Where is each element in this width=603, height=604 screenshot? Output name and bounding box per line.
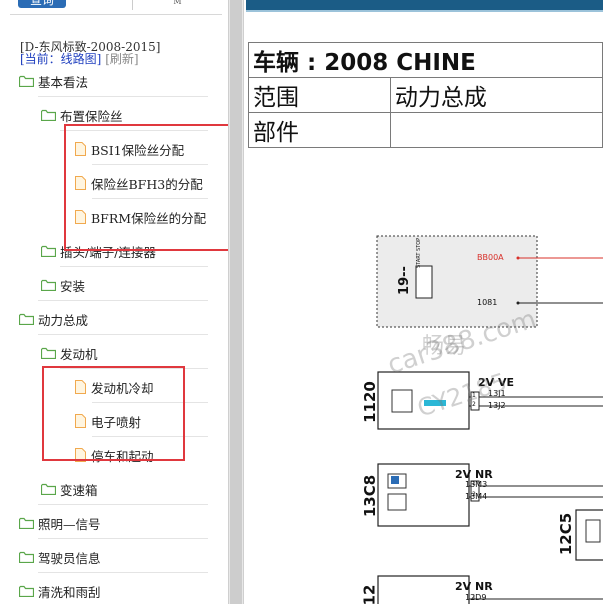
tree-item-label: 清洗和雨刮	[38, 584, 101, 600]
start-stop-label: START STOP	[416, 237, 422, 268]
row-separator	[38, 572, 208, 573]
folder-icon	[19, 551, 34, 563]
document-title-bar	[246, 0, 603, 10]
tree-item-gearbox[interactable]: 变速箱	[41, 478, 98, 500]
tree-item-basic[interactable]: 基本看法	[19, 70, 88, 92]
tree-item-fuse-layout[interactable]: 布置保险丝	[41, 104, 123, 126]
wire-label-13m3: 13M3	[465, 480, 488, 489]
folder-icon	[41, 109, 56, 121]
connector-1120-id: 1120	[360, 381, 379, 423]
actuator-symbol-2	[387, 493, 407, 511]
query-button[interactable]: 查询	[18, 0, 66, 8]
tree-item-engine[interactable]: 发动机	[41, 342, 98, 364]
connector-12-voltage: 2V NR	[455, 580, 493, 593]
row-separator	[38, 334, 208, 335]
divider	[10, 14, 222, 15]
row-separator	[38, 538, 208, 539]
tree-item-powertrain[interactable]: 动力总成	[19, 308, 88, 330]
folder-icon	[19, 313, 34, 325]
tree-item-label: 发动机	[60, 346, 98, 362]
wire-label-12d9: 12D9	[465, 593, 487, 602]
part-label: 部件	[248, 112, 391, 148]
folder-icon	[41, 245, 56, 257]
wire-label-13m4: 13M4	[465, 492, 488, 501]
wire-label-bb00a: BB00A	[477, 253, 504, 262]
row-separator	[38, 300, 208, 301]
bb00-id: 19--	[396, 266, 412, 295]
scope-label: 范围	[248, 77, 391, 113]
tree-item-installation[interactable]: 安装	[41, 274, 85, 296]
highlight-box-engine	[42, 366, 185, 461]
folder-icon	[41, 279, 56, 291]
tree-item-label: 安装	[60, 278, 86, 294]
tree-item-label: 驾驶员信息	[38, 550, 101, 566]
folder-icon	[41, 483, 56, 495]
connector-12c5-symbol	[585, 519, 601, 543]
sensor-symbol	[391, 389, 413, 413]
refresh-link[interactable]: [刷新]	[105, 52, 138, 66]
tree-item-label: 动力总成	[38, 312, 89, 328]
folder-icon	[19, 517, 34, 529]
tree-item-label: 变速箱	[60, 482, 98, 498]
tree-item-wash-wipe[interactable]: 清洗和雨刮	[19, 580, 101, 602]
actuator-symbol-fill	[391, 476, 399, 484]
folder-icon	[41, 347, 56, 359]
start-stop-label-box	[415, 265, 433, 299]
tree-item-label: 基本看法	[38, 74, 89, 90]
tree-item-lighting[interactable]: 照明—信号	[19, 512, 101, 534]
part-value	[389, 112, 603, 148]
pin-dot	[516, 256, 520, 260]
vehicle-info-table: 车辆 : 2008 CHINE 范围 动力总成 部件	[248, 42, 603, 148]
wire-label-13j2: 13J2	[488, 401, 506, 410]
tree-item-label: 布置保险丝	[60, 108, 123, 124]
tab-secondary[interactable]: M	[132, 0, 222, 10]
pin-dot	[516, 301, 520, 305]
current-location: [当前：线路图] [刷新]	[20, 50, 139, 67]
vehicle-cell: 车辆 : 2008 CHINE	[248, 42, 603, 78]
folder-icon	[19, 75, 34, 87]
current-label[interactable]: [当前：线路图]	[20, 52, 101, 66]
title-bar-underline	[246, 10, 603, 12]
connector-13c8-id: 13C8	[361, 474, 380, 518]
document-view: 车辆 : 2008 CHINE 范围 动力总成 部件 19-- START ST…	[246, 0, 603, 604]
tree-item-label: 照明—信号	[38, 516, 101, 532]
tree-item-driver-info[interactable]: 驾驶员信息	[19, 546, 101, 568]
row-separator	[60, 266, 208, 267]
wire-label-1081: 1081	[477, 298, 498, 307]
connector-12c5-id: 12C5	[557, 512, 576, 556]
connector-12-id: 12	[360, 584, 379, 604]
row-separator	[38, 504, 208, 505]
scope-value: 动力总成	[389, 77, 603, 113]
scrollbar-thumb[interactable]	[230, 0, 242, 604]
folder-icon	[19, 585, 34, 597]
row-separator	[38, 96, 208, 97]
tree-panel: 查询 M [D-东风标致-2008-2015] [当前：线路图] [刷新] 基本…	[0, 0, 228, 604]
highlight-box-fuses	[64, 124, 228, 251]
